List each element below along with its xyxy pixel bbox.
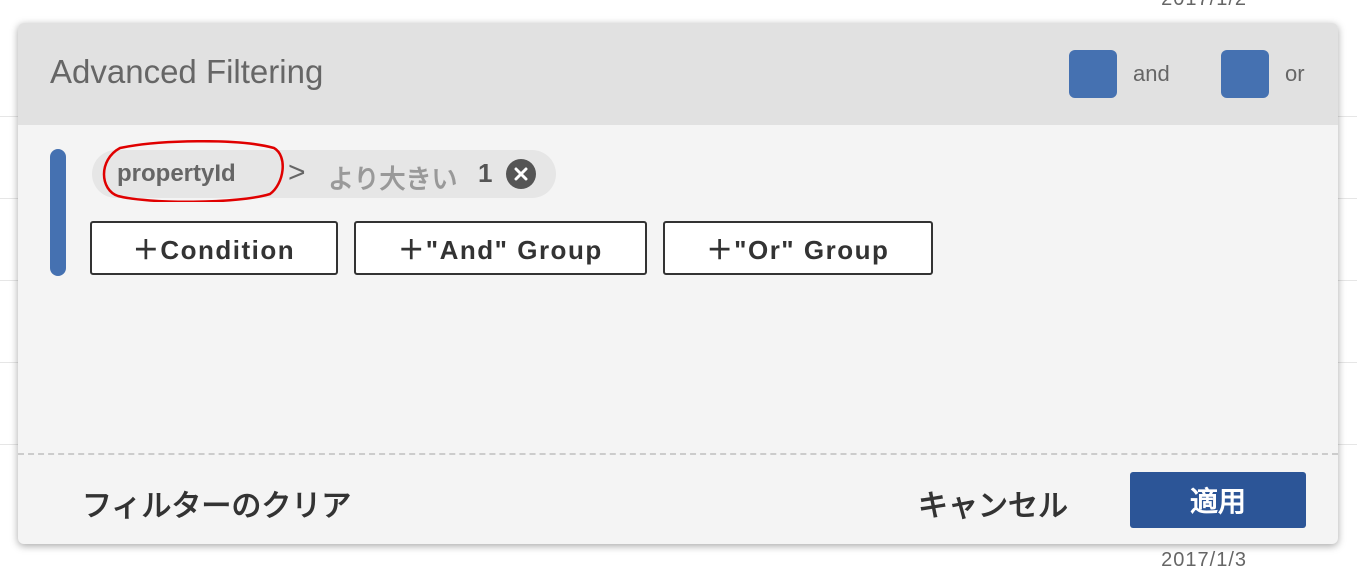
group-indicator-bar bbox=[50, 149, 66, 276]
or-mode-label: or bbox=[1285, 61, 1305, 86]
condition-chip[interactable]: propertyId > より大きい 1 bbox=[92, 140, 556, 202]
condition-operator-text: より大きい bbox=[328, 164, 458, 194]
dialog-header: Advanced Filtering and or bbox=[18, 23, 1338, 125]
background-date-top: 2017/1/2 bbox=[1161, 0, 1247, 11]
condition-value: 1 bbox=[478, 158, 493, 188]
dialog-title: Advanced Filtering bbox=[50, 53, 324, 90]
and-mode-toggle[interactable]: and bbox=[1069, 50, 1170, 98]
or-mode-toggle[interactable]: or bbox=[1221, 50, 1305, 98]
cancel-button[interactable]: キャンセル bbox=[918, 481, 1068, 525]
footer-divider bbox=[18, 453, 1338, 455]
add-or-group-button[interactable]: ＋"Or" Group bbox=[663, 221, 933, 275]
clear-filter-button[interactable]: フィルターのクリア bbox=[82, 481, 351, 525]
add-condition-button[interactable]: ＋Condition bbox=[90, 221, 338, 275]
and-mode-swatch[interactable] bbox=[1069, 50, 1117, 98]
condition-operator-symbol: > bbox=[288, 156, 306, 189]
advanced-filtering-dialog: Advanced Filtering and or propertyId > よ… bbox=[18, 23, 1338, 544]
or-mode-swatch[interactable] bbox=[1221, 50, 1269, 98]
and-mode-label: and bbox=[1133, 61, 1170, 86]
apply-button[interactable]: 適用 bbox=[1130, 472, 1306, 528]
red-circle-annotation bbox=[102, 140, 284, 202]
add-and-group-button[interactable]: ＋"And" Group bbox=[354, 221, 647, 275]
close-circle-icon[interactable] bbox=[506, 159, 536, 189]
